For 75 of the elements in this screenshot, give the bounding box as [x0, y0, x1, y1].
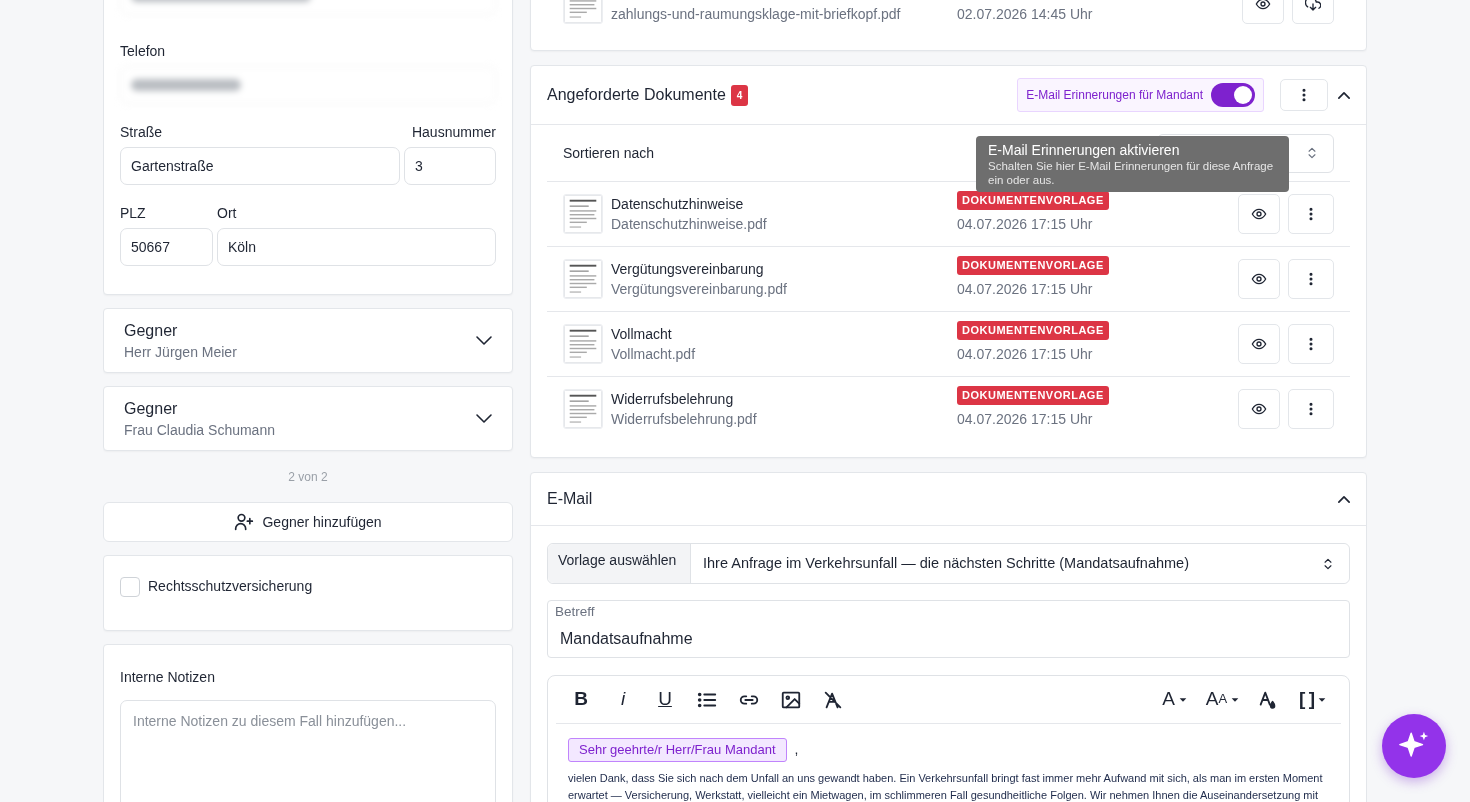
chevron-up-icon[interactable]	[1338, 91, 1350, 99]
view-button[interactable]	[1238, 324, 1280, 364]
chevron-up-icon[interactable]	[1338, 495, 1350, 503]
salutation-text: ,	[794, 740, 799, 760]
document-thumbnail	[563, 194, 603, 234]
section-title: E-Mail	[547, 489, 593, 509]
input-field[interactable]: Gartenstraße	[120, 147, 400, 185]
toggle-label: E-Mail Erinnerungen für Mandant	[1026, 87, 1203, 104]
opponent-title: Gegner	[124, 398, 179, 419]
file-name: Vollmacht.pdf	[611, 345, 697, 364]
file-name: Widerrufsbelehrung.pdf	[611, 410, 758, 429]
document-thumbnail	[563, 324, 603, 364]
field-label: Hausnummer	[410, 123, 496, 142]
section-title: Angeforderte Dokumente	[547, 85, 726, 105]
placeholder-button[interactable]: [ ]	[1289, 683, 1337, 716]
eye-icon	[1251, 206, 1267, 222]
document-thumbnail	[563, 389, 603, 429]
view-button[interactable]	[1238, 389, 1280, 429]
bold-button[interactable]: B	[560, 683, 602, 716]
italic-button[interactable]: i	[602, 683, 644, 716]
notes-field[interactable]: Interne Notizen zu diesem Fall hinzufügen...	[120, 700, 496, 802]
eye-icon	[1251, 401, 1267, 417]
assistant-button[interactable]	[1382, 714, 1446, 778]
field-label: Straße	[120, 123, 163, 142]
eye-icon	[1251, 336, 1267, 352]
font-button[interactable]: A	[1151, 683, 1199, 716]
template-badge: DOKUMENTENVORLAGE	[957, 385, 1109, 405]
opponent-card[interactable]: Gegner Herr Jürgen Meier	[103, 308, 513, 373]
file-name: zahlungs-und-raumungsklage-mit-briefkopf.pdf	[611, 4, 902, 24]
checkbox[interactable]	[120, 576, 140, 597]
template-badge: DOKUMENTENVORLAGE	[957, 190, 1109, 210]
document-date: 04.07.2026 17:15 Uhr	[957, 344, 1094, 364]
document-thumbnail	[563, 259, 603, 299]
tooltip-text: Schalten Sie hier E-Mail Erinnerungen für diese Anfrage ein oder aus.	[988, 159, 1275, 187]
file-name: Datenschutzhinweise.pdf	[611, 215, 768, 234]
placeholder-chip: Sehr geehrte/r Herr/Frau Mandant	[568, 738, 787, 762]
view-button[interactable]	[1238, 259, 1280, 299]
tooltip-title: E-Mail Erinnerungen aktivieren	[988, 141, 1181, 159]
subject-field[interactable]: Betreff Mandatsaufnahme	[547, 600, 1350, 658]
document-date: 02.07.2026 14:45 Uhr	[957, 4, 1094, 24]
document-date: 04.07.2026 17:15 Uhr	[957, 214, 1094, 234]
toggle-switch[interactable]	[1211, 83, 1255, 107]
document-title: Widerrufsbelehrung	[611, 390, 735, 409]
person-add-icon	[234, 512, 255, 532]
document-title: Vergütungsvereinbarung	[611, 260, 765, 279]
eye-icon	[1251, 271, 1267, 287]
template-badge: DOKUMENTENVORLAGE	[957, 320, 1109, 340]
opponent-name: Frau Claudia Schumann	[124, 420, 275, 440]
opponent-card[interactable]: Gegner Frau Claudia Schumann	[103, 386, 513, 451]
opponent-title: Gegner	[124, 320, 179, 341]
file-name: Vergütungsvereinbarung.pdf	[611, 280, 788, 299]
underline-button[interactable]: U	[644, 683, 686, 716]
opponent-name: Herr Jürgen Meier	[124, 342, 237, 362]
document-date: 04.07.2026 17:15 Uhr	[957, 409, 1094, 429]
font-size-button[interactable]: AA	[1199, 683, 1247, 716]
count-badge: 4	[730, 84, 749, 106]
field-label: Ort	[217, 204, 238, 223]
document-title: Vollmacht	[611, 325, 673, 344]
template-badge: DOKUMENTENVORLAGE	[957, 255, 1109, 275]
input-field[interactable]: Köln	[217, 228, 496, 266]
view-button[interactable]	[1238, 194, 1280, 234]
document-title: Datenschutzhinweise	[611, 195, 745, 214]
field-label: Interne Notizen	[120, 668, 216, 687]
sort-label: Sortieren nach	[563, 143, 655, 163]
input-field[interactable]: 3	[404, 147, 496, 185]
email-body-text: vielen Dank, dass Sie sich nach dem Unfall an uns gewandt haben. Ein Verkehrsunfall bringt fast immer mehr Aufwand mit sich, als man im ersten Moment erwartet — Versicherung, Werkstatt, vielleicht ein Mietwagen, im schlimmeren Fall gesundheitliche Folgen. Wir nehmen Ihnen die Auseinandersetzung mit	[568, 770, 1324, 802]
checkbox-label: Rechtsschutzversicherung	[148, 577, 313, 596]
field-label: Telefon	[120, 42, 167, 61]
add-opponent-button[interactable]: Gegner hinzufügen	[103, 502, 513, 542]
document-date: 04.07.2026 17:15 Uhr	[957, 279, 1094, 299]
page-count: 2 von 2	[287, 469, 329, 486]
input-field[interactable]: 50667	[120, 228, 213, 266]
cloud-download-icon	[1305, 0, 1321, 12]
field-label: PLZ	[120, 204, 147, 223]
eye-icon	[1255, 0, 1271, 12]
